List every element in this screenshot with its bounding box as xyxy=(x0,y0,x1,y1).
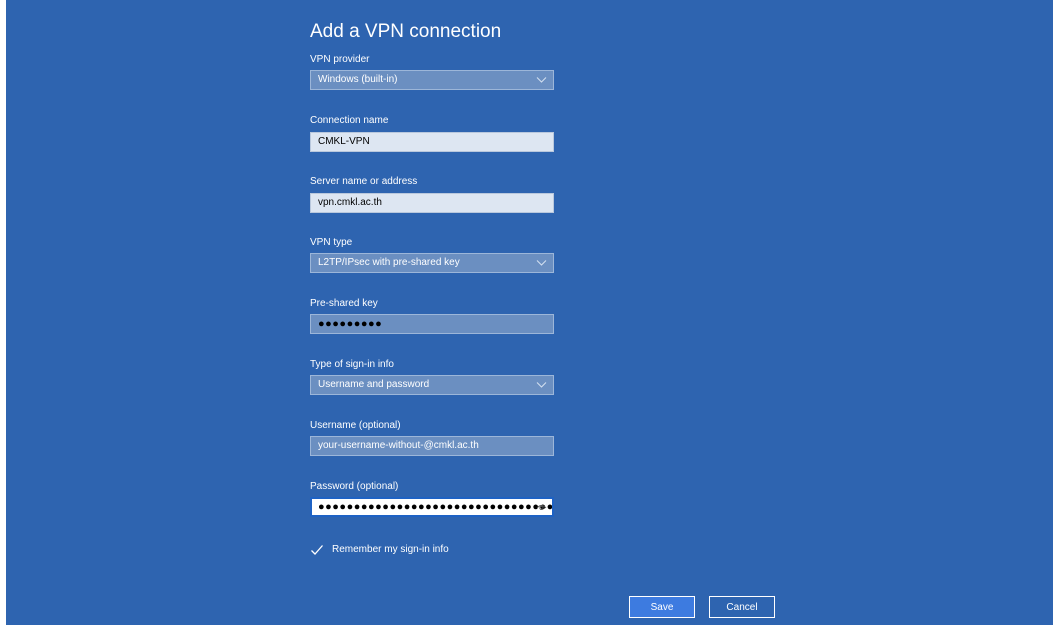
page-title: Add a VPN connection xyxy=(310,21,502,42)
vpn-type-value: L2TP/IPsec with pre-shared key xyxy=(318,257,460,268)
server-address-label: Server name or address xyxy=(310,176,418,187)
username-input[interactable]: your-username-without-@cmkl.ac.th xyxy=(310,436,554,456)
server-address-input[interactable]: vpn.cmkl.ac.th xyxy=(310,193,554,213)
cancel-button[interactable]: Cancel xyxy=(709,596,775,618)
remember-signin-label: Remember my sign-in info xyxy=(332,544,449,555)
username-value: your-username-without-@cmkl.ac.th xyxy=(318,440,479,451)
server-address-value: vpn.cmkl.ac.th xyxy=(318,197,382,208)
connection-name-label: Connection name xyxy=(310,115,389,126)
vpn-type-select[interactable]: L2TP/IPsec with pre-shared key xyxy=(310,253,554,273)
chevron-down-icon xyxy=(536,260,547,266)
connection-name-value: CMKL-VPN xyxy=(318,136,370,147)
vpn-provider-value: Windows (built-in) xyxy=(318,74,398,85)
connection-name-input[interactable]: CMKL-VPN xyxy=(310,132,554,152)
vpn-settings-screen: Add a VPN connection VPN provider Window… xyxy=(6,0,1053,625)
preshared-key-input[interactable]: ●●●●●●●●● xyxy=(310,314,554,334)
reveal-password-icon[interactable] xyxy=(536,502,547,512)
vpn-provider-label: VPN provider xyxy=(310,54,370,65)
password-input[interactable]: ●●●●●●●●●●●●●●●●●●●●●●●●●●●●●●●●● xyxy=(310,497,554,517)
signin-type-value: Username and password xyxy=(318,379,430,390)
signin-type-select[interactable]: Username and password xyxy=(310,375,554,395)
chevron-down-icon xyxy=(536,382,547,388)
checkmark-icon xyxy=(311,545,323,555)
chevron-down-icon xyxy=(536,77,547,83)
preshared-key-label: Pre-shared key xyxy=(310,298,378,309)
username-label: Username (optional) xyxy=(310,420,401,431)
password-value: ●●●●●●●●●●●●●●●●●●●●●●●●●●●●●●●●● xyxy=(318,501,554,513)
save-button[interactable]: Save xyxy=(629,596,695,618)
vpn-provider-select[interactable]: Windows (built-in) xyxy=(310,70,554,90)
preshared-key-value: ●●●●●●●●● xyxy=(318,318,383,330)
password-label: Password (optional) xyxy=(310,481,399,492)
signin-type-label: Type of sign-in info xyxy=(310,359,394,370)
remember-signin-checkbox[interactable]: Remember my sign-in info xyxy=(310,543,449,557)
vpn-type-label: VPN type xyxy=(310,237,353,248)
